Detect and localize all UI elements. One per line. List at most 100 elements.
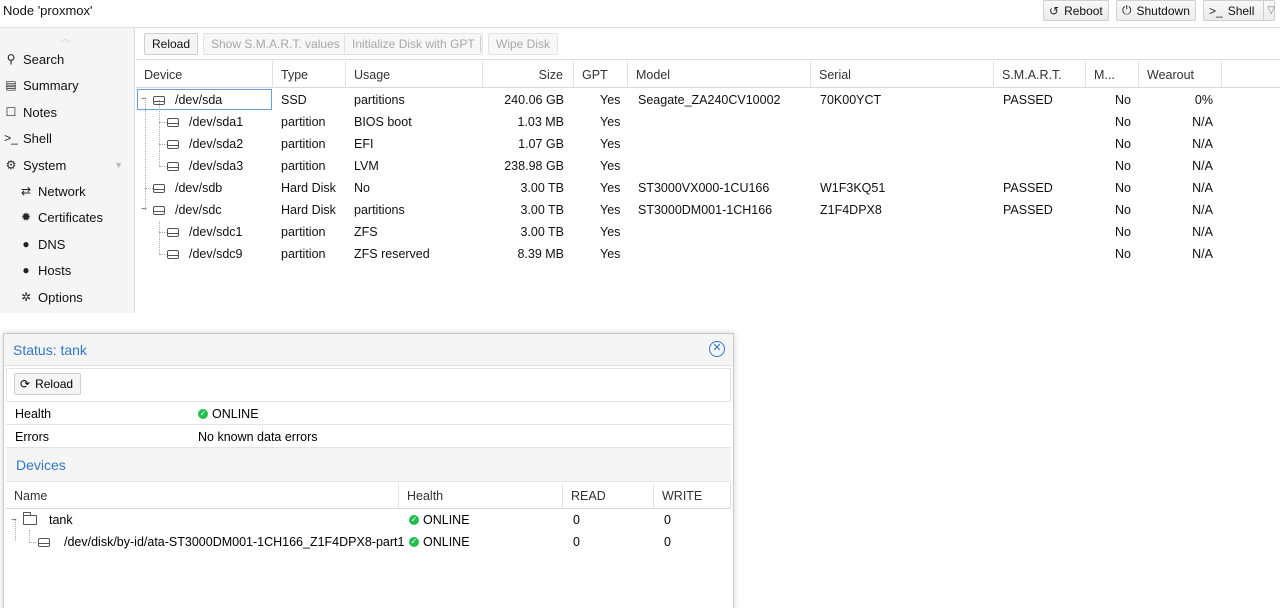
device-name: tank: [49, 513, 73, 527]
device-row[interactable]: /dev/disk/by-id/ata-ST3000DM001-1CH166_Z…: [6, 531, 731, 553]
size-cell: 238.98 GB: [504, 159, 564, 173]
folder-open-icon: [23, 512, 37, 525]
size-cell: 240.06 GB: [504, 93, 564, 107]
device-name: /dev/sda3: [189, 159, 244, 173]
wearout-cell: N/A: [1192, 137, 1213, 151]
col-device[interactable]: Device: [136, 61, 273, 88]
type-cell: Hard Disk: [281, 181, 336, 195]
col-size[interactable]: Size: [483, 61, 574, 88]
show-smart-button[interactable]: Show S.M.A.R.T. values: [203, 33, 348, 55]
collapse-up-icon[interactable]: ︿: [60, 30, 70, 45]
reload-button[interactable]: Reload: [144, 33, 199, 55]
sidebar-item-shell[interactable]: >_ Shell: [0, 125, 135, 151]
device-health-cell: ✓ ONLINE: [409, 509, 470, 531]
col-usage[interactable]: Usage: [346, 61, 483, 88]
usage-cell: partitions: [354, 93, 405, 107]
sidebar-item-system[interactable]: ⚙ System ▼: [0, 152, 135, 178]
reboot-icon: ↺: [1049, 3, 1060, 18]
sidebar-item-certificates[interactable]: ✹ Certificates: [0, 204, 135, 230]
sidebar-item-network[interactable]: ⇄ Network: [0, 178, 135, 204]
device-health: ONLINE: [423, 535, 470, 549]
size-cell: 1.07 GB: [518, 137, 564, 151]
col-model[interactable]: Model: [628, 61, 811, 88]
network-icon: ⇄: [20, 184, 32, 198]
smart-cell: PASSED: [1003, 181, 1053, 195]
sidebar-item-search[interactable]: ⚲ Search: [0, 46, 135, 72]
search-icon: ⚲: [6, 52, 16, 66]
mounted-cell: No: [1115, 137, 1131, 151]
health-label: Health: [15, 407, 52, 421]
table-row[interactable]: /dev/sdb Hard Disk No 3.00 TB Yes ST3000…: [136, 177, 1280, 199]
device-name: /dev/sda2: [189, 137, 244, 151]
col-gpt[interactable]: GPT: [574, 61, 628, 88]
table-row[interactable]: /dev/sdc1 partition ZFS 3.00 TB Yes No N…: [136, 221, 1280, 243]
device-write: 0: [664, 513, 671, 527]
table-row[interactable]: /dev/sda1 partition BIOS boot 1.03 MB Ye…: [136, 111, 1280, 133]
device-row[interactable]: − tank ✓ ONLINE 0 0: [6, 509, 731, 531]
window-reload-button[interactable]: ⟳ Reload: [14, 373, 82, 395]
table-row[interactable]: − /dev/sda SSD partitions 240.06 GB Yes …: [136, 89, 1280, 111]
sidebar-item-label: Options: [38, 289, 83, 305]
table-row[interactable]: /dev/sda2 partition EFI 1.07 GB Yes No N…: [136, 133, 1280, 155]
wearout-cell: N/A: [1192, 181, 1213, 195]
collapse-toggle-icon[interactable]: −: [141, 205, 150, 215]
power-icon: ⏻: [1122, 3, 1132, 17]
sidebar-item-dns[interactable]: ● DNS: [0, 231, 135, 257]
wearout-cell: N/A: [1192, 247, 1213, 261]
chevron-down-icon[interactable]: ▽: [1263, 1, 1275, 20]
mounted-cell: No: [1115, 115, 1131, 129]
shell-label: Shell: [1227, 3, 1255, 18]
collapse-toggle-icon[interactable]: −: [11, 509, 17, 531]
disk-icon: [167, 227, 179, 237]
col-type[interactable]: Type: [273, 61, 346, 88]
sidebar-item-label: Certificates: [38, 209, 104, 225]
check-circle-icon: ✓: [409, 515, 419, 525]
shutdown-button[interactable]: ⏻ Shutdown: [1116, 0, 1196, 21]
device-name-cell: tank: [23, 509, 73, 531]
terminal-icon: >_: [4, 131, 18, 145]
table-row[interactable]: /dev/sda3 partition LVM 238.98 GB Yes No…: [136, 155, 1280, 177]
table-row[interactable]: /dev/sdc9 partition ZFS reserved 8.39 MB…: [136, 243, 1280, 265]
toolbar-separator: [480, 36, 481, 52]
collapse-toggle-icon[interactable]: −: [141, 95, 150, 105]
disk-icon: [38, 537, 50, 547]
col-serial[interactable]: Serial: [811, 61, 994, 88]
sidebar-item-options[interactable]: ✲ Options: [0, 284, 135, 310]
errors-row: Errors No known data errors: [6, 426, 731, 448]
col-health[interactable]: Health: [399, 483, 563, 509]
shell-button[interactable]: >_ Shell ▽: [1203, 0, 1275, 21]
gears-icon: ⚙: [5, 158, 17, 172]
device-health: ONLINE: [423, 513, 470, 527]
reboot-button[interactable]: ↺ Reboot: [1043, 0, 1109, 21]
globe-icon: ●: [22, 263, 30, 277]
col-wearout[interactable]: Wearout: [1139, 61, 1222, 88]
refresh-icon: ⟳: [20, 377, 31, 391]
table-row[interactable]: − /dev/sdc Hard Disk partitions 3.00 TB …: [136, 199, 1280, 221]
col-read[interactable]: READ: [563, 483, 654, 509]
type-cell: SSD: [281, 93, 307, 107]
serial-cell: Z1F4DPX8: [820, 203, 882, 217]
sidebar-item-label: Hosts: [38, 262, 72, 278]
sidebar-item-summary[interactable]: ▤ Summary: [0, 72, 135, 98]
disk-icon: [153, 95, 165, 105]
wipe-disk-button[interactable]: Wipe Disk: [488, 33, 559, 55]
device-cell: /dev/sdc9: [167, 243, 243, 265]
sidebar-item-notes[interactable]: ☐ Notes: [0, 99, 135, 125]
sidebar-item-hosts[interactable]: ● Hosts: [0, 257, 135, 283]
check-circle-icon: ✓: [409, 537, 419, 547]
col-name[interactable]: Name: [6, 483, 399, 509]
col-mounted[interactable]: M...: [1086, 61, 1139, 88]
mounted-cell: No: [1115, 93, 1131, 107]
usage-cell: ZFS reserved: [354, 247, 430, 261]
col-smart[interactable]: S.M.A.R.T.: [994, 61, 1086, 88]
col-write[interactable]: WRITE: [654, 483, 731, 509]
sidebar-item-label: Search: [23, 51, 65, 67]
certificate-icon: ✹: [20, 210, 32, 224]
init-gpt-button[interactable]: Initialize Disk with GPT: [344, 33, 483, 55]
book-icon: ▤: [5, 78, 17, 92]
disk-icon: [167, 117, 179, 127]
device-name: /dev/sda: [175, 93, 223, 107]
disk-icon: [167, 249, 179, 259]
close-icon[interactable]: ✕: [709, 341, 725, 357]
size-cell: 1.03 MB: [517, 115, 564, 129]
